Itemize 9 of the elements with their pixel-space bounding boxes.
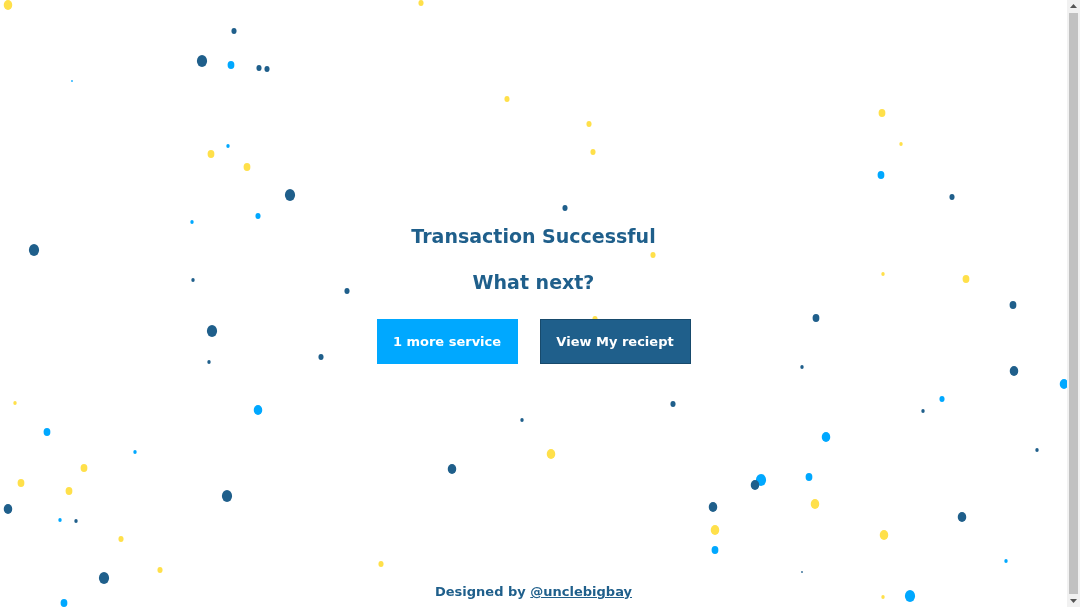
designer-credit: Designed by @unclebigbay [434, 584, 632, 599]
author-link[interactable]: @unclebigbay [530, 584, 632, 599]
success-heading: Transaction Successful [411, 224, 656, 248]
scrollbar-thumb[interactable] [1069, 13, 1078, 594]
scroll-down-icon[interactable] [1070, 599, 1077, 603]
scroll-up-icon[interactable] [1070, 4, 1077, 8]
scrollbar[interactable] [1067, 0, 1080, 607]
receipt-button[interactable]: View My reciept [539, 319, 691, 364]
next-heading: What next? [472, 270, 595, 294]
